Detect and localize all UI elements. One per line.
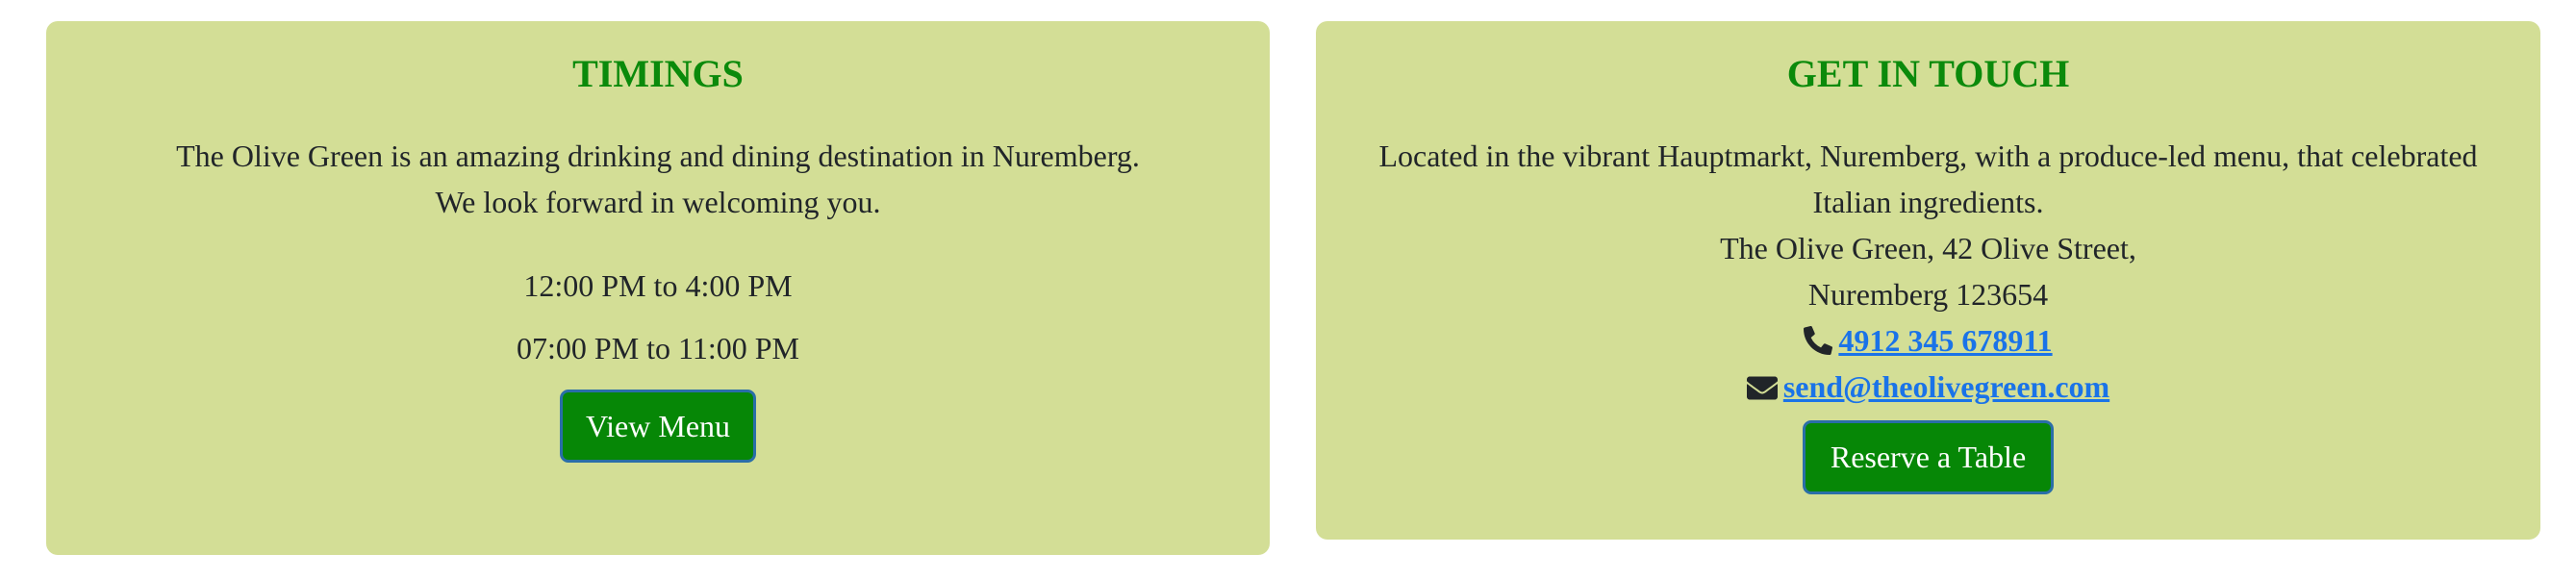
timings-description-line2: We look forward in welcoming you. <box>435 185 881 219</box>
timings-description-line1: The Olive Green is an amazing drinking a… <box>176 138 1140 173</box>
reserve-table-button[interactable]: Reserve a Table <box>1803 420 2054 494</box>
view-menu-button[interactable]: View Menu <box>560 390 756 463</box>
dinner-hours: 07:00 PM to 11:00 PM <box>517 331 799 365</box>
contact-card: GET IN TOUCH Located in the vibrant Haup… <box>1316 21 2540 540</box>
phone-icon <box>1804 321 1833 367</box>
timings-card: TIMINGS The Olive Green is an amazing dr… <box>46 21 1270 555</box>
phone-link[interactable]: 4912 345 678911 <box>1838 323 2052 358</box>
lunch-hours: 12:00 PM to 4:00 PM <box>523 268 793 303</box>
phone-row: 4912 345 678911 <box>1316 317 2540 367</box>
email-row: send@theolivegreen.com <box>1316 364 2540 414</box>
contact-intro-line1: Located in the vibrant Hauptmarkt, Nurem… <box>1378 138 2478 173</box>
timings-heading: TIMINGS <box>572 52 744 95</box>
address-line2: Nuremberg 123654 <box>1807 277 2049 312</box>
email-link[interactable]: send@theolivegreen.com <box>1783 369 2109 404</box>
envelope-icon <box>1746 367 1778 414</box>
address-line1: The Olive Green, 42 Olive Street, <box>1720 231 2136 265</box>
contact-heading: GET IN TOUCH <box>1786 52 2070 95</box>
contact-intro-line2: Italian ingredients. <box>1812 185 2044 219</box>
